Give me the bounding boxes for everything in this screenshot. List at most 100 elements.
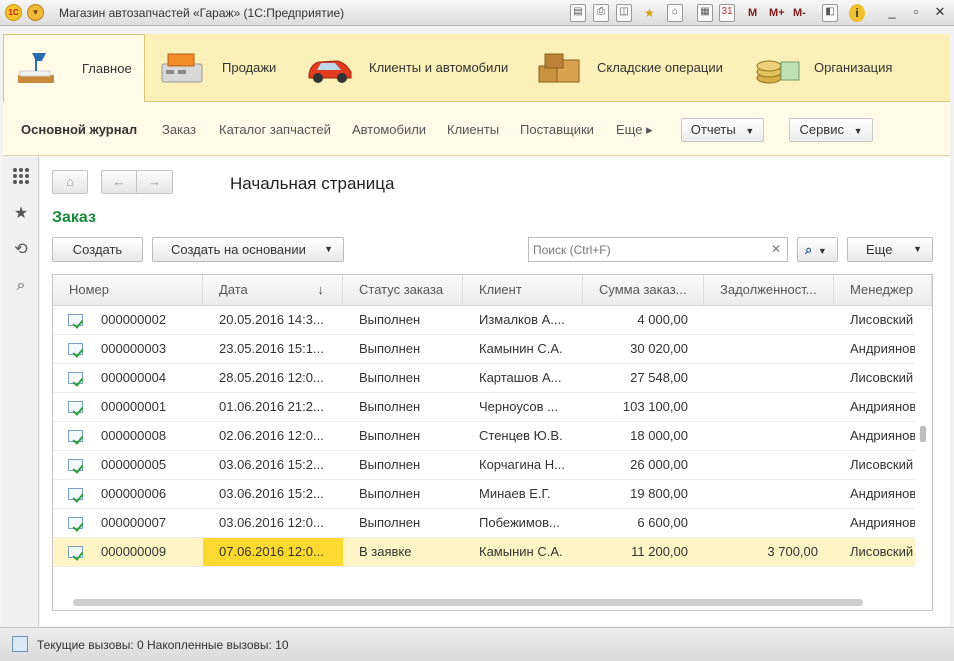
- left-toolbar: ★ ⟲ ⌕: [3, 157, 39, 626]
- column-status[interactable]: Статус заказа: [343, 275, 463, 305]
- cell-status: Выполнен: [359, 370, 421, 385]
- app-logo-icon[interactable]: 1С: [5, 4, 22, 21]
- minimize-icon[interactable]: _: [880, 3, 904, 22]
- calendar-icon[interactable]: 31: [719, 4, 735, 22]
- column-date-label: Дата: [219, 282, 248, 297]
- sort-descending-icon: ↓: [317, 282, 325, 297]
- home-icon[interactable]: ⌂: [667, 4, 683, 22]
- table-row[interactable]: 000000001 01.06.2016 21:2... Выполнен Че…: [53, 393, 915, 422]
- table-row[interactable]: 000000005 03.06.2016 15:2... Выполнен Ко…: [53, 451, 915, 480]
- cell-debt: 3 700,00: [767, 544, 818, 559]
- car-icon: [308, 60, 352, 83]
- table-row[interactable]: 000000007 03.06.2016 12:0... Выполнен По…: [53, 509, 915, 538]
- cell-manager: Андриянов: [850, 515, 915, 530]
- clear-search-icon[interactable]: ✕: [771, 242, 781, 256]
- home-button[interactable]: ⌂: [52, 170, 88, 194]
- section-clients-cars[interactable]: Клиенты и автомобили: [303, 34, 518, 102]
- column-sum[interactable]: Сумма заказ...: [583, 275, 704, 305]
- table-header: Номер Дата ↓ Статус заказа Клиент Сумма …: [53, 275, 932, 306]
- section-label: Продажи: [222, 60, 277, 75]
- column-debt[interactable]: Задолженност...: [704, 275, 834, 305]
- cell-client: Карташов А...: [479, 370, 562, 385]
- history-icon[interactable]: ⟲: [11, 240, 31, 260]
- section-sales[interactable]: Продажи: [153, 34, 288, 102]
- boxes-icon: [538, 53, 580, 83]
- nav-more[interactable]: Еще ▸: [616, 122, 653, 138]
- compare-icon[interactable]: ◧: [822, 4, 838, 22]
- apps-grid-icon[interactable]: [11, 167, 31, 187]
- cell-status: Выполнен: [359, 341, 421, 356]
- reports-button[interactable]: Отчеты ▼: [681, 118, 764, 142]
- create-based-on-button[interactable]: Создать на основании ▼: [152, 237, 344, 262]
- cell-date-focused: 07.06.2016 12:0...: [203, 538, 343, 566]
- nav-cars[interactable]: Автомобили: [352, 122, 426, 137]
- magnifier-icon: ⌕: [805, 242, 813, 257]
- table-row[interactable]: 000000006 03.06.2016 15:2... Выполнен Ми…: [53, 480, 915, 509]
- table-row-selected[interactable]: 000000009 07.06.2016 12:0... В заявке Ка…: [53, 538, 915, 567]
- memory-subtract-button[interactable]: M-: [793, 4, 806, 22]
- cell-sum: 26 000,00: [630, 457, 688, 472]
- service-label: Сервис: [799, 122, 844, 137]
- section-main[interactable]: Главное: [3, 34, 145, 102]
- document-posted-icon: [68, 459, 83, 471]
- chevron-down-icon: ▼: [324, 244, 333, 254]
- column-number[interactable]: Номер: [53, 275, 203, 305]
- table-row[interactable]: 000000008 02.06.2016 12:0... Выполнен Ст…: [53, 422, 915, 451]
- table-row[interactable]: 000000003 23.05.2016 15:1... Выполнен Ка…: [53, 335, 915, 364]
- forward-button[interactable]: →: [136, 170, 173, 194]
- server-calls-icon[interactable]: [12, 636, 28, 652]
- back-button[interactable]: ←: [101, 170, 137, 194]
- nav-parts-catalog[interactable]: Каталог запчастей: [219, 122, 331, 137]
- column-manager[interactable]: Менеджер: [834, 275, 932, 305]
- search-icon[interactable]: ⌕: [11, 276, 31, 296]
- more-button[interactable]: Еще ▼: [847, 237, 933, 262]
- cell-date: 03.06.2016 12:0...: [219, 515, 324, 530]
- print-icon[interactable]: ⎙: [593, 4, 609, 22]
- cell-sum: 18 000,00: [630, 428, 688, 443]
- vertical-scrollbar[interactable]: [920, 426, 926, 442]
- cell-sum: 11 200,00: [631, 544, 688, 559]
- cell-status: Выполнен: [359, 399, 421, 414]
- save-icon[interactable]: ▤: [570, 4, 586, 22]
- nav-main-journal[interactable]: Основной журнал: [21, 122, 137, 137]
- search-input[interactable]: [529, 238, 759, 261]
- table-row[interactable]: 000000004 28.05.2016 12:0... Выполнен Ка…: [53, 364, 915, 393]
- restore-icon[interactable]: ▫: [904, 3, 928, 22]
- reports-label: Отчеты: [690, 122, 736, 137]
- function-panel: Основной журнал Заказ Каталог запчастей …: [3, 102, 950, 156]
- calculator-icon[interactable]: ▦: [697, 4, 713, 22]
- nav-order[interactable]: Заказ: [162, 122, 196, 137]
- cell-debt: [704, 335, 834, 363]
- table-row[interactable]: 000000002 20.05.2016 14:3... Выполнен Из…: [53, 306, 915, 335]
- section-organization[interactable]: Организация: [751, 34, 921, 102]
- cell-client: Стенцев Ю.В.: [479, 428, 563, 443]
- star-icon[interactable]: ★: [11, 204, 31, 224]
- coins-icon: [756, 60, 800, 84]
- preview-icon[interactable]: ◫: [616, 4, 632, 22]
- section-label: Клиенты и автомобили: [369, 60, 509, 75]
- search-field[interactable]: ✕: [528, 237, 788, 262]
- info-icon[interactable]: i: [849, 4, 865, 22]
- section-warehouse[interactable]: Складские операции: [531, 34, 731, 102]
- cell-manager: Лисовский: [850, 544, 914, 559]
- service-button[interactable]: Сервис ▼: [789, 118, 873, 142]
- nav-suppliers[interactable]: Поставщики: [520, 122, 594, 137]
- create-button[interactable]: Создать: [52, 237, 143, 262]
- memory-button[interactable]: M: [748, 4, 757, 22]
- column-date[interactable]: Дата ↓: [203, 275, 343, 305]
- section-label: Организация: [814, 60, 893, 75]
- cell-debt: [704, 364, 834, 392]
- main-menu-button[interactable]: ▾: [27, 4, 44, 21]
- chevron-down-icon: ▼: [913, 244, 922, 254]
- cell-client: Камынин С.А.: [479, 341, 563, 356]
- search-options-button[interactable]: ⌕ ▼: [797, 237, 838, 262]
- column-client[interactable]: Клиент: [463, 275, 583, 305]
- close-icon[interactable]: ✕: [928, 3, 952, 22]
- memory-add-button[interactable]: M+: [769, 4, 785, 22]
- nav-clients[interactable]: Клиенты: [447, 122, 499, 137]
- horizontal-scrollbar[interactable]: [73, 599, 863, 606]
- document-posted-icon: [68, 401, 83, 413]
- favorite-icon[interactable]: ★: [644, 4, 655, 22]
- cell-client: Черноусов ...: [479, 399, 558, 414]
- arrow-left-icon: ←: [112, 174, 126, 189]
